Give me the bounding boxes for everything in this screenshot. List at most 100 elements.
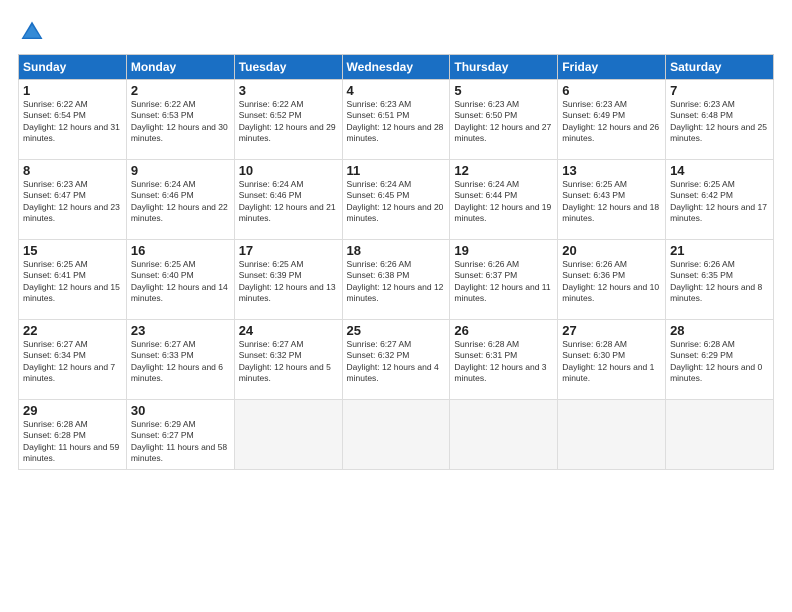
day-info: Sunrise: 6:25 AM Sunset: 6:41 PM Dayligh… xyxy=(23,259,122,305)
day-info: Sunrise: 6:24 AM Sunset: 6:44 PM Dayligh… xyxy=(454,179,553,225)
day-info: Sunrise: 6:25 AM Sunset: 6:39 PM Dayligh… xyxy=(239,259,338,305)
day-number: 1 xyxy=(23,83,122,98)
day-cell: 4Sunrise: 6:23 AM Sunset: 6:51 PM Daylig… xyxy=(342,80,450,160)
day-cell: 28Sunrise: 6:28 AM Sunset: 6:29 PM Dayli… xyxy=(666,320,774,400)
day-number: 29 xyxy=(23,403,122,418)
day-info: Sunrise: 6:24 AM Sunset: 6:46 PM Dayligh… xyxy=(131,179,230,225)
day-cell: 21Sunrise: 6:26 AM Sunset: 6:35 PM Dayli… xyxy=(666,240,774,320)
day-number: 5 xyxy=(454,83,553,98)
day-cell: 5Sunrise: 6:23 AM Sunset: 6:50 PM Daylig… xyxy=(450,80,558,160)
day-cell: 6Sunrise: 6:23 AM Sunset: 6:49 PM Daylig… xyxy=(558,80,666,160)
day-number: 10 xyxy=(239,163,338,178)
day-cell: 8Sunrise: 6:23 AM Sunset: 6:47 PM Daylig… xyxy=(19,160,127,240)
day-cell: 27Sunrise: 6:28 AM Sunset: 6:30 PM Dayli… xyxy=(558,320,666,400)
day-info: Sunrise: 6:28 AM Sunset: 6:31 PM Dayligh… xyxy=(454,339,553,385)
day-info: Sunrise: 6:26 AM Sunset: 6:35 PM Dayligh… xyxy=(670,259,769,305)
day-number: 17 xyxy=(239,243,338,258)
day-info: Sunrise: 6:29 AM Sunset: 6:27 PM Dayligh… xyxy=(131,419,230,465)
day-info: Sunrise: 6:23 AM Sunset: 6:48 PM Dayligh… xyxy=(670,99,769,145)
day-info: Sunrise: 6:23 AM Sunset: 6:50 PM Dayligh… xyxy=(454,99,553,145)
day-info: Sunrise: 6:22 AM Sunset: 6:54 PM Dayligh… xyxy=(23,99,122,145)
day-number: 25 xyxy=(347,323,446,338)
day-number: 9 xyxy=(131,163,230,178)
day-number: 19 xyxy=(454,243,553,258)
day-number: 18 xyxy=(347,243,446,258)
day-cell: 29Sunrise: 6:28 AM Sunset: 6:28 PM Dayli… xyxy=(19,400,127,470)
day-number: 27 xyxy=(562,323,661,338)
week-row-4: 15Sunrise: 6:25 AM Sunset: 6:41 PM Dayli… xyxy=(19,240,774,320)
day-number: 26 xyxy=(454,323,553,338)
col-header-sunday: Sunday xyxy=(19,55,127,80)
day-number: 16 xyxy=(131,243,230,258)
week-row-6: 29Sunrise: 6:28 AM Sunset: 6:28 PM Dayli… xyxy=(19,400,774,470)
day-info: Sunrise: 6:24 AM Sunset: 6:46 PM Dayligh… xyxy=(239,179,338,225)
day-number: 11 xyxy=(347,163,446,178)
col-header-thursday: Thursday xyxy=(450,55,558,80)
day-cell: 15Sunrise: 6:25 AM Sunset: 6:41 PM Dayli… xyxy=(19,240,127,320)
day-cell xyxy=(558,400,666,470)
day-cell: 20Sunrise: 6:26 AM Sunset: 6:36 PM Dayli… xyxy=(558,240,666,320)
logo-icon xyxy=(18,18,46,46)
day-cell: 22Sunrise: 6:27 AM Sunset: 6:34 PM Dayli… xyxy=(19,320,127,400)
day-info: Sunrise: 6:22 AM Sunset: 6:52 PM Dayligh… xyxy=(239,99,338,145)
day-cell xyxy=(450,400,558,470)
day-cell: 2Sunrise: 6:22 AM Sunset: 6:53 PM Daylig… xyxy=(126,80,234,160)
day-cell: 26Sunrise: 6:28 AM Sunset: 6:31 PM Dayli… xyxy=(450,320,558,400)
day-number: 7 xyxy=(670,83,769,98)
day-info: Sunrise: 6:25 AM Sunset: 6:43 PM Dayligh… xyxy=(562,179,661,225)
day-info: Sunrise: 6:26 AM Sunset: 6:38 PM Dayligh… xyxy=(347,259,446,305)
day-number: 28 xyxy=(670,323,769,338)
day-cell: 3Sunrise: 6:22 AM Sunset: 6:52 PM Daylig… xyxy=(234,80,342,160)
day-cell: 19Sunrise: 6:26 AM Sunset: 6:37 PM Dayli… xyxy=(450,240,558,320)
day-cell: 1Sunrise: 6:22 AM Sunset: 6:54 PM Daylig… xyxy=(19,80,127,160)
day-cell: 9Sunrise: 6:24 AM Sunset: 6:46 PM Daylig… xyxy=(126,160,234,240)
day-cell: 14Sunrise: 6:25 AM Sunset: 6:42 PM Dayli… xyxy=(666,160,774,240)
day-cell: 11Sunrise: 6:24 AM Sunset: 6:45 PM Dayli… xyxy=(342,160,450,240)
day-cell xyxy=(234,400,342,470)
day-cell: 18Sunrise: 6:26 AM Sunset: 6:38 PM Dayli… xyxy=(342,240,450,320)
day-number: 12 xyxy=(454,163,553,178)
day-cell: 7Sunrise: 6:23 AM Sunset: 6:48 PM Daylig… xyxy=(666,80,774,160)
week-row-2: 1Sunrise: 6:22 AM Sunset: 6:54 PM Daylig… xyxy=(19,80,774,160)
day-cell: 24Sunrise: 6:27 AM Sunset: 6:32 PM Dayli… xyxy=(234,320,342,400)
day-info: Sunrise: 6:28 AM Sunset: 6:28 PM Dayligh… xyxy=(23,419,122,465)
day-number: 22 xyxy=(23,323,122,338)
day-info: Sunrise: 6:26 AM Sunset: 6:37 PM Dayligh… xyxy=(454,259,553,305)
day-number: 15 xyxy=(23,243,122,258)
day-number: 6 xyxy=(562,83,661,98)
day-info: Sunrise: 6:23 AM Sunset: 6:47 PM Dayligh… xyxy=(23,179,122,225)
week-row-3: 8Sunrise: 6:23 AM Sunset: 6:47 PM Daylig… xyxy=(19,160,774,240)
day-number: 3 xyxy=(239,83,338,98)
day-cell: 12Sunrise: 6:24 AM Sunset: 6:44 PM Dayli… xyxy=(450,160,558,240)
col-header-friday: Friday xyxy=(558,55,666,80)
day-cell xyxy=(342,400,450,470)
day-info: Sunrise: 6:27 AM Sunset: 6:32 PM Dayligh… xyxy=(347,339,446,385)
day-info: Sunrise: 6:25 AM Sunset: 6:42 PM Dayligh… xyxy=(670,179,769,225)
day-number: 8 xyxy=(23,163,122,178)
col-header-tuesday: Tuesday xyxy=(234,55,342,80)
day-number: 13 xyxy=(562,163,661,178)
header xyxy=(18,18,774,46)
day-info: Sunrise: 6:25 AM Sunset: 6:40 PM Dayligh… xyxy=(131,259,230,305)
day-info: Sunrise: 6:26 AM Sunset: 6:36 PM Dayligh… xyxy=(562,259,661,305)
day-number: 14 xyxy=(670,163,769,178)
day-cell: 25Sunrise: 6:27 AM Sunset: 6:32 PM Dayli… xyxy=(342,320,450,400)
day-info: Sunrise: 6:27 AM Sunset: 6:32 PM Dayligh… xyxy=(239,339,338,385)
day-number: 20 xyxy=(562,243,661,258)
day-number: 30 xyxy=(131,403,230,418)
day-cell: 17Sunrise: 6:25 AM Sunset: 6:39 PM Dayli… xyxy=(234,240,342,320)
day-info: Sunrise: 6:28 AM Sunset: 6:30 PM Dayligh… xyxy=(562,339,661,385)
day-cell xyxy=(666,400,774,470)
day-number: 24 xyxy=(239,323,338,338)
day-number: 4 xyxy=(347,83,446,98)
header-row: SundayMondayTuesdayWednesdayThursdayFrid… xyxy=(19,55,774,80)
day-cell: 13Sunrise: 6:25 AM Sunset: 6:43 PM Dayli… xyxy=(558,160,666,240)
day-info: Sunrise: 6:24 AM Sunset: 6:45 PM Dayligh… xyxy=(347,179,446,225)
day-cell: 16Sunrise: 6:25 AM Sunset: 6:40 PM Dayli… xyxy=(126,240,234,320)
col-header-wednesday: Wednesday xyxy=(342,55,450,80)
day-info: Sunrise: 6:22 AM Sunset: 6:53 PM Dayligh… xyxy=(131,99,230,145)
day-number: 23 xyxy=(131,323,230,338)
col-header-saturday: Saturday xyxy=(666,55,774,80)
day-info: Sunrise: 6:23 AM Sunset: 6:51 PM Dayligh… xyxy=(347,99,446,145)
day-info: Sunrise: 6:23 AM Sunset: 6:49 PM Dayligh… xyxy=(562,99,661,145)
